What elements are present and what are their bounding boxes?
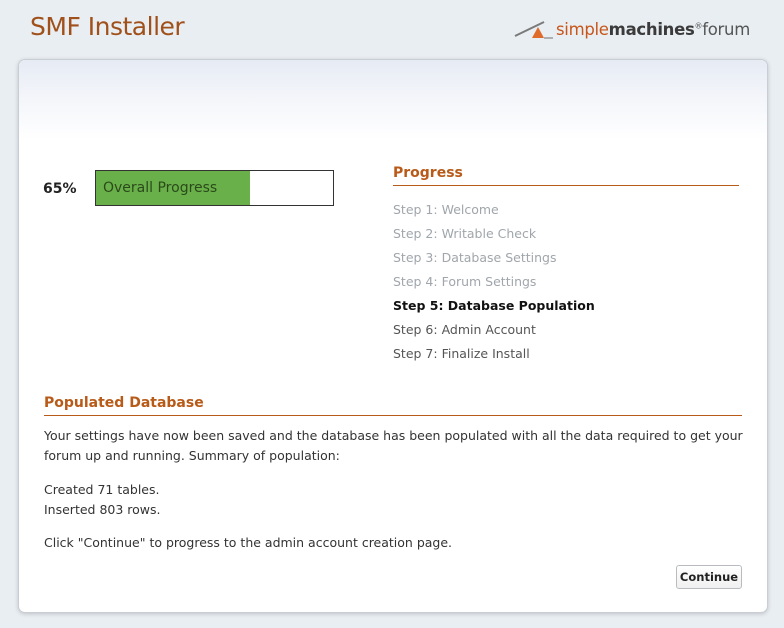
step-item: Step 3: Database Settings <box>393 250 557 265</box>
logo-forum: forum <box>702 20 750 39</box>
step-item: Step 5: Database Population <box>393 298 595 313</box>
summary-rows: Inserted 803 rows. <box>44 502 161 517</box>
intro-text: Your settings have now been saved and th… <box>44 428 743 463</box>
progress-percent: 65% <box>43 181 77 197</box>
instruction-text: Click "Continue" to progress to the admi… <box>44 535 453 550</box>
step-item: Step 4: Forum Settings <box>393 274 537 289</box>
smf-logo-mark-icon <box>514 21 553 39</box>
step-item: Step 2: Writable Check <box>393 226 537 241</box>
continue-button[interactable]: Continue <box>676 565 742 589</box>
overall-progress-label: Overall Progress <box>103 180 218 196</box>
population-summary: Created 71 tables. Inserted 803 rows. <box>44 480 744 520</box>
smf-logo-text: simplemachines®forum <box>556 20 750 39</box>
overall-progress-bar: Overall Progress <box>95 170 334 206</box>
app-title: SMF Installer <box>30 12 185 41</box>
logo-machines: machines <box>608 20 695 39</box>
installer-panel: 65% Overall Progress Progress Step 1: We… <box>18 59 768 613</box>
step-item: Step 7: Finalize Install <box>393 346 530 361</box>
step-item: Step 6: Admin Account <box>393 322 536 337</box>
smf-logo: simplemachines®forum <box>514 18 764 44</box>
progress-heading: Progress <box>393 165 739 186</box>
section-heading: Populated Database <box>44 395 742 416</box>
steps-list: Step 1: Welcome Step 2: Writable Check S… <box>393 198 595 366</box>
panel-header-gradient <box>19 60 767 140</box>
step-item: Step 1: Welcome <box>393 202 499 217</box>
logo-simple: simple <box>556 20 609 39</box>
summary-tables: Created 71 tables. <box>44 482 160 497</box>
header: SMF Installer simplemachines®forum <box>0 0 784 58</box>
